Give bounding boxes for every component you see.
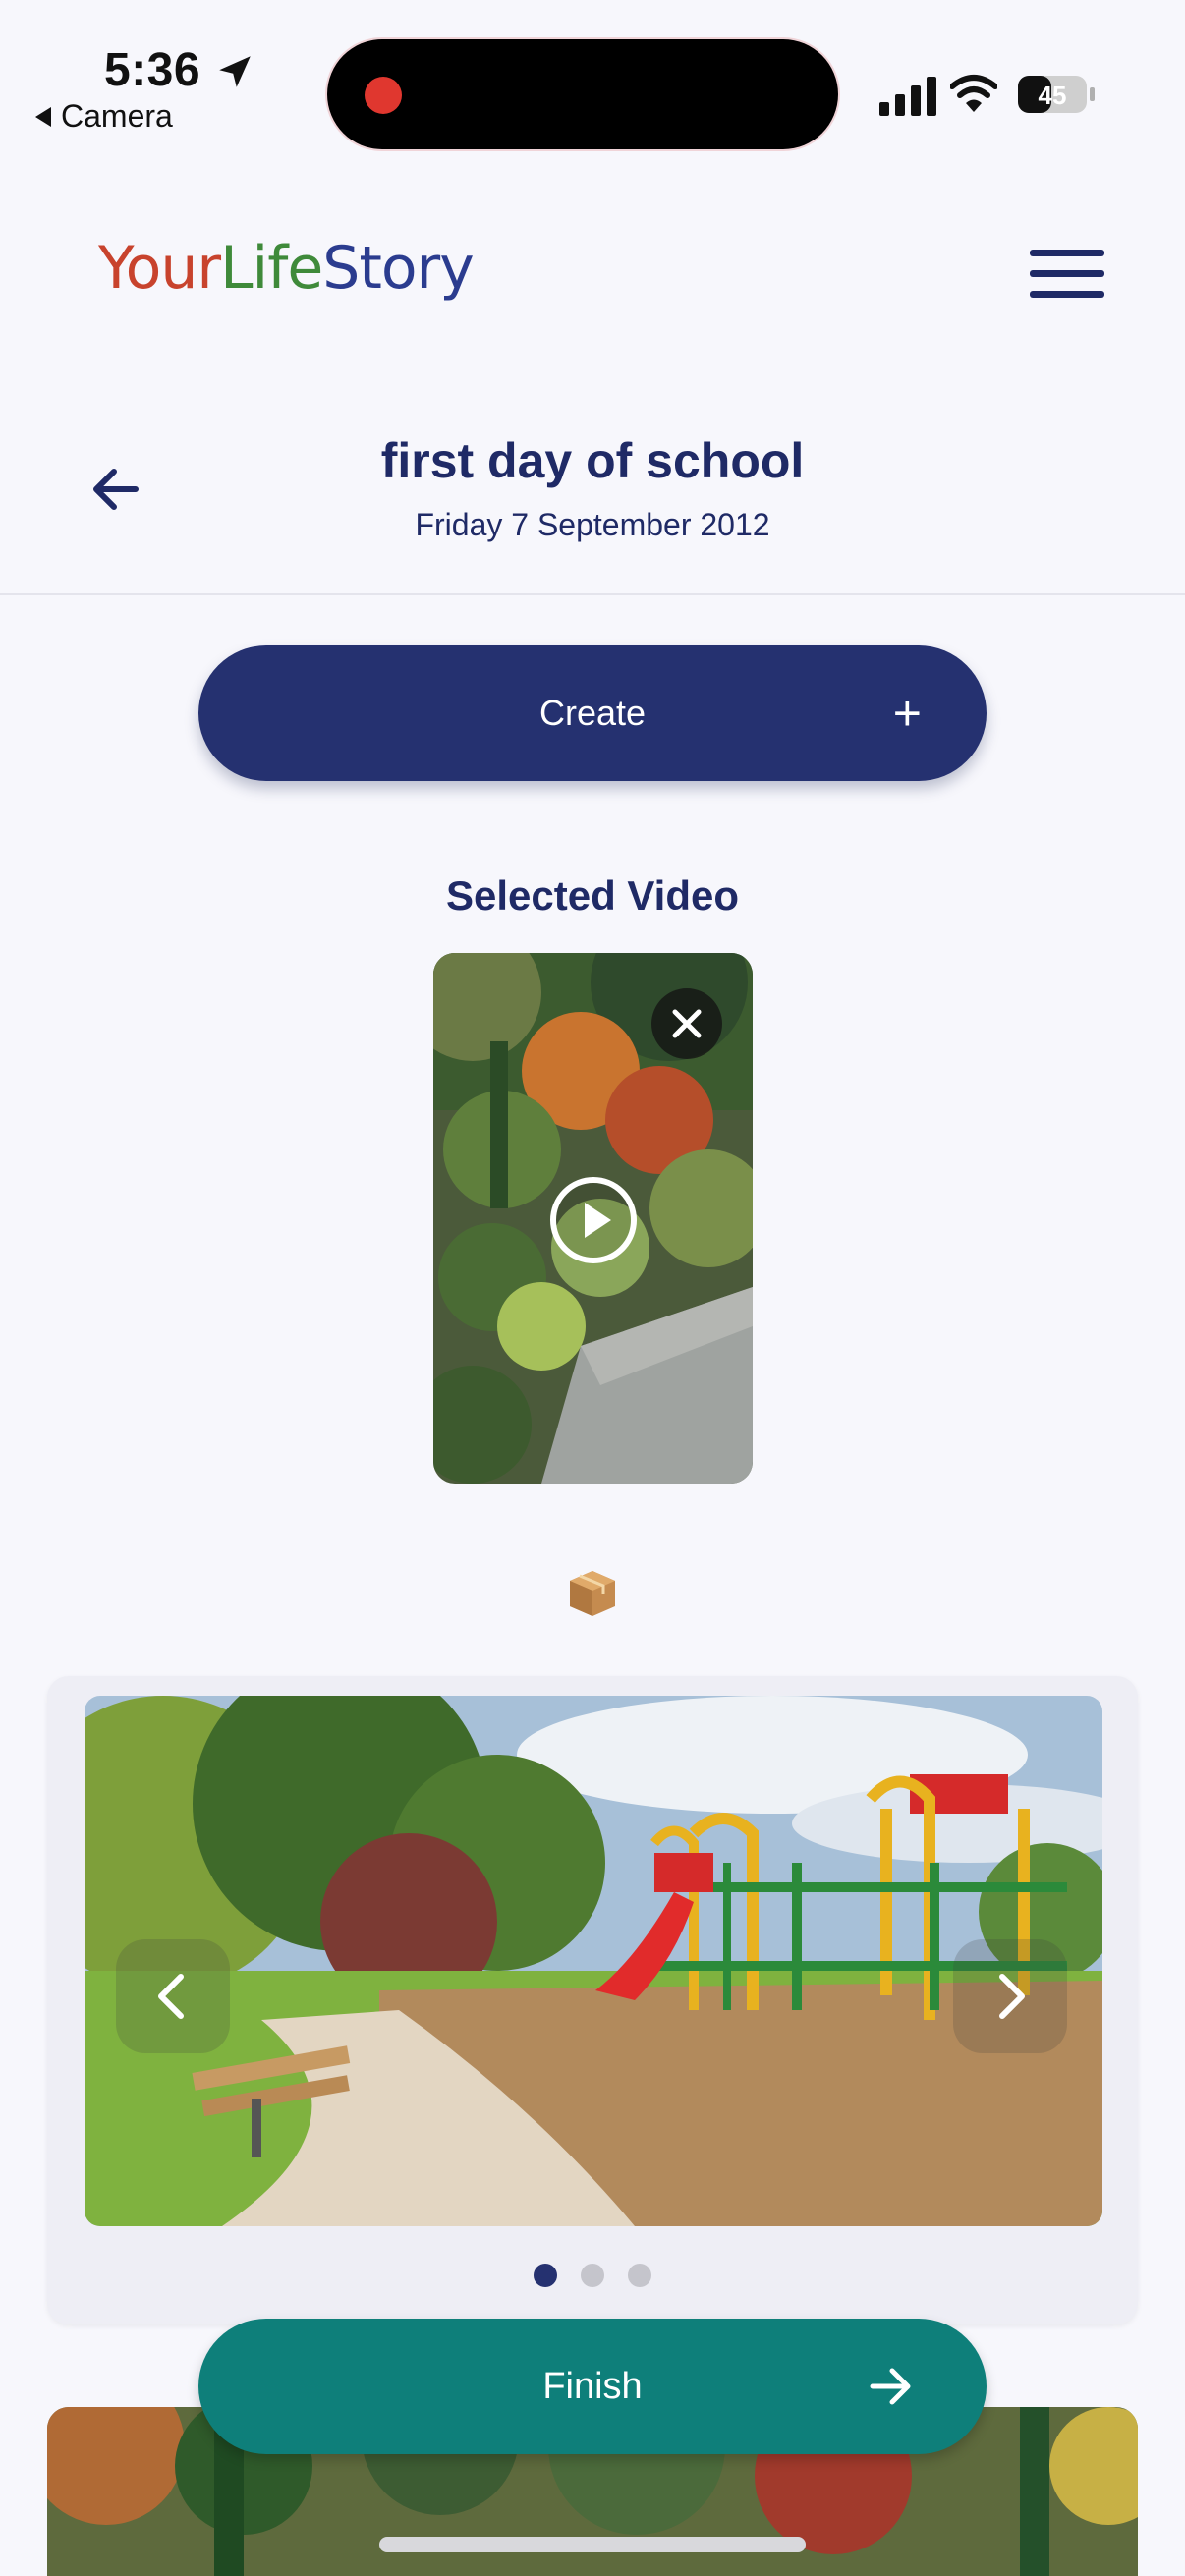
event-date: Friday 7 September 2012 [415, 507, 770, 542]
package-box-icon [570, 1571, 615, 1616]
hamburger-menu-icon[interactable] [1030, 250, 1104, 305]
carousel-next-button[interactable] [953, 1939, 1067, 2053]
chevron-right-icon [999, 1974, 1025, 2019]
battery-icon: 45 [1018, 76, 1095, 113]
cellular-signal-icon [879, 77, 936, 116]
carousel-dot-3[interactable] [628, 2264, 651, 2287]
carousel-pagination [47, 2264, 1138, 2287]
dynamic-island [327, 39, 838, 149]
finish-button[interactable]: Finish [198, 2319, 987, 2454]
wifi-icon [950, 75, 997, 112]
home-indicator[interactable] [379, 2537, 806, 2552]
arrow-right-icon [870, 2368, 911, 2405]
plus-icon: + [892, 686, 922, 741]
back-to-app-link[interactable]: Camera [35, 98, 173, 135]
carousel-dot-1[interactable] [534, 2264, 557, 2287]
recording-indicator-icon [365, 77, 402, 114]
logo-your: Your [98, 234, 221, 303]
event-title: first day of school [380, 433, 805, 488]
selected-video-heading: Selected Video [445, 872, 740, 919]
create-button-label: Create [538, 693, 647, 733]
back-triangle-icon [35, 106, 51, 127]
playground-image [85, 1696, 1102, 2226]
status-time: 5:36 [104, 44, 201, 96]
remove-video-button[interactable] [651, 988, 722, 1059]
logo-story: Story [322, 234, 474, 303]
app-logo[interactable]: YourLifeStory [98, 234, 475, 303]
carousel-slide[interactable] [85, 1696, 1102, 2226]
carousel-dot-2[interactable] [581, 2264, 604, 2287]
back-app-label: Camera [61, 98, 173, 134]
logo-life: Life [220, 234, 323, 303]
create-button[interactable]: Create + [198, 645, 987, 781]
location-arrow-icon [219, 56, 251, 87]
play-icon[interactable] [548, 1175, 639, 1265]
carousel-prev-button[interactable] [116, 1939, 230, 2053]
image-carousel [47, 1676, 1138, 2324]
close-icon [672, 1009, 702, 1038]
header-divider [0, 593, 1185, 595]
battery-level: 45 [1039, 81, 1067, 110]
chevron-left-icon [158, 1974, 184, 2019]
selected-video-thumbnail[interactable] [433, 953, 753, 1484]
screen: 5:36 Camera 45 YourLifeStory first day o… [0, 0, 1185, 2576]
